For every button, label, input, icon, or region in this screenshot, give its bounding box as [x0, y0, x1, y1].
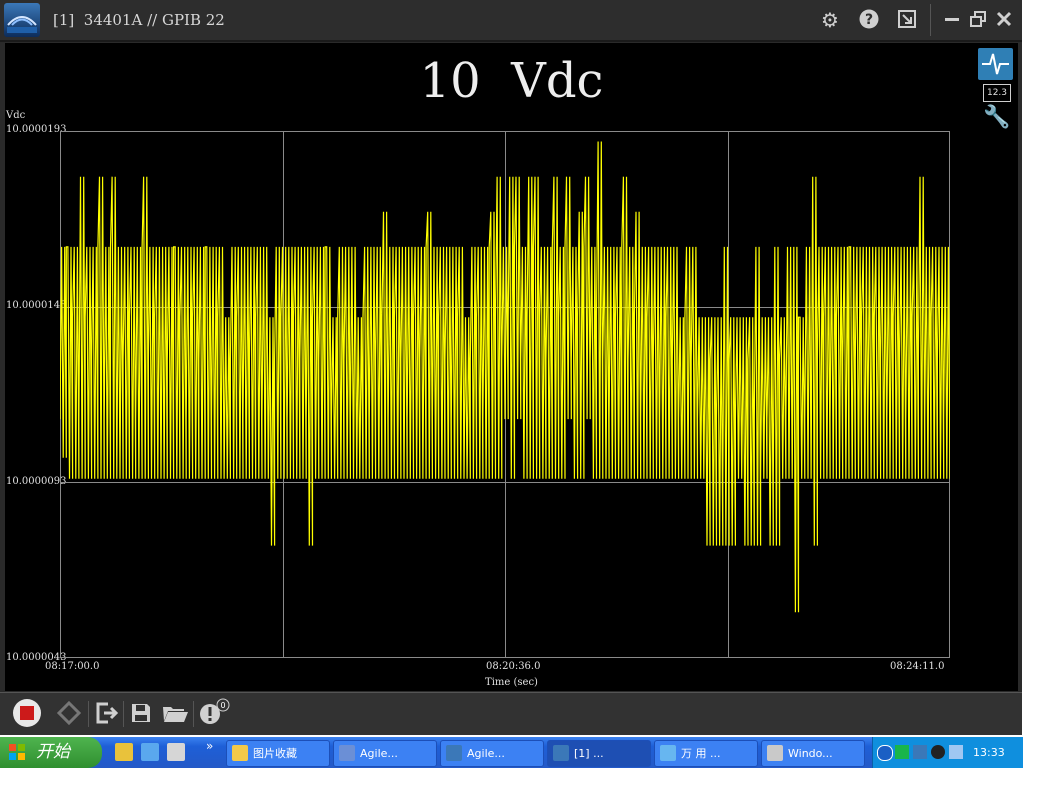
- meter-icon: [446, 745, 462, 761]
- save-button[interactable]: [126, 698, 156, 728]
- tray-io-icon[interactable]: [931, 745, 945, 759]
- toolbar-separator: [123, 701, 124, 727]
- tray-monitor-icon[interactable]: [895, 745, 909, 759]
- measurement-display: 10 Vdc Vdc 10.0000193 10.0000143 10.0000…: [5, 43, 1018, 691]
- quicklaunch-overflow[interactable]: »: [206, 739, 213, 753]
- save-icon: [132, 704, 150, 722]
- refresh-icon: [56, 700, 82, 726]
- y-tick-label: 10.0000093: [6, 476, 67, 487]
- toolbar-separator: [88, 701, 89, 727]
- app-logo-icon: [4, 3, 40, 37]
- start-label: 开始: [36, 742, 70, 762]
- exit-button[interactable]: [92, 698, 122, 728]
- quicklaunch-notepad-icon[interactable]: [167, 743, 185, 761]
- help-icon[interactable]: ?: [857, 8, 881, 32]
- windows-taskbar: 开始 » 图片收藏 Agile... Agile... [1] ... 万 用 …: [0, 737, 1023, 768]
- reading-display: 10 Vdc: [419, 53, 604, 109]
- start-button[interactable]: 开始: [0, 737, 102, 768]
- numeric-view-button[interactable]: 12.3: [983, 84, 1011, 102]
- folder-icon: [232, 745, 248, 761]
- title-bar: [1] 34401A // GPIB 22 ⚙ ?: [0, 0, 1022, 42]
- app-icon: [339, 745, 355, 761]
- taskbar-item[interactable]: Windo...: [761, 740, 865, 767]
- x-tick-label: 08:20:36.0: [486, 661, 541, 672]
- quicklaunch-desktop-icon[interactable]: [115, 743, 133, 761]
- refresh-button[interactable]: [54, 698, 84, 728]
- window-title: [1] 34401A // GPIB 22: [53, 11, 225, 29]
- alert-icon: 0: [200, 698, 230, 724]
- x-axis-label: Time (sec): [485, 677, 538, 688]
- y-tick-label: 10.0000193: [6, 124, 67, 135]
- close-icon[interactable]: [992, 8, 1016, 32]
- taskbar-item[interactable]: Agile...: [333, 740, 437, 767]
- wrench-icon[interactable]: 🔧: [983, 105, 1010, 131]
- exit-icon: [96, 702, 119, 724]
- tray-meter-icon[interactable]: [913, 745, 927, 759]
- svg-text:?: ?: [865, 12, 873, 28]
- meter-icon: [553, 745, 569, 761]
- bottom-toolbar: 0: [0, 692, 1022, 735]
- taskbar-item[interactable]: 图片收藏: [226, 740, 330, 767]
- quicklaunch-ie-icon[interactable]: [141, 743, 159, 761]
- taskbar-item[interactable]: Agile...: [440, 740, 544, 767]
- tray-clock: 13:33: [973, 746, 1005, 759]
- titlebar-separator: [930, 4, 931, 36]
- x-tick-label: 08:17:00.0: [45, 661, 100, 672]
- export-icon[interactable]: [895, 8, 919, 32]
- tray-expand-icon[interactable]: [877, 745, 893, 761]
- taskbar-item[interactable]: 万 用 ...: [654, 740, 758, 767]
- computer-icon: [767, 745, 783, 761]
- record-stop-button[interactable]: [12, 698, 42, 728]
- alert-count: 0: [220, 701, 225, 710]
- tray-network-icon[interactable]: [949, 745, 963, 759]
- ie-icon: [660, 745, 676, 761]
- x-tick-label: 08:24:11.0: [890, 661, 945, 672]
- minimize-icon[interactable]: [940, 8, 964, 32]
- open-folder-button[interactable]: [160, 698, 190, 728]
- app-window: [1] 34401A // GPIB 22 ⚙ ? 10 Vdc Vdc 10.…: [0, 0, 1022, 735]
- y-tick-label: 10.0000143: [6, 300, 67, 311]
- strip-chart[interactable]: [60, 131, 950, 658]
- record-stop-icon: [13, 699, 41, 727]
- waveform-icon: [982, 53, 1009, 75]
- toolbar-separator: [193, 701, 194, 727]
- system-tray: 13:33: [872, 737, 1023, 768]
- alert-button[interactable]: 0: [198, 698, 230, 728]
- waveform-view-button[interactable]: [978, 48, 1013, 80]
- restore-icon[interactable]: [966, 8, 990, 32]
- open-folder-icon: [163, 707, 188, 722]
- y-axis-unit-label: Vdc: [6, 110, 26, 121]
- taskbar-item-active[interactable]: [1] ...: [547, 740, 651, 767]
- windows-flag-icon: [9, 744, 25, 760]
- settings-gear-icon[interactable]: ⚙: [818, 8, 842, 32]
